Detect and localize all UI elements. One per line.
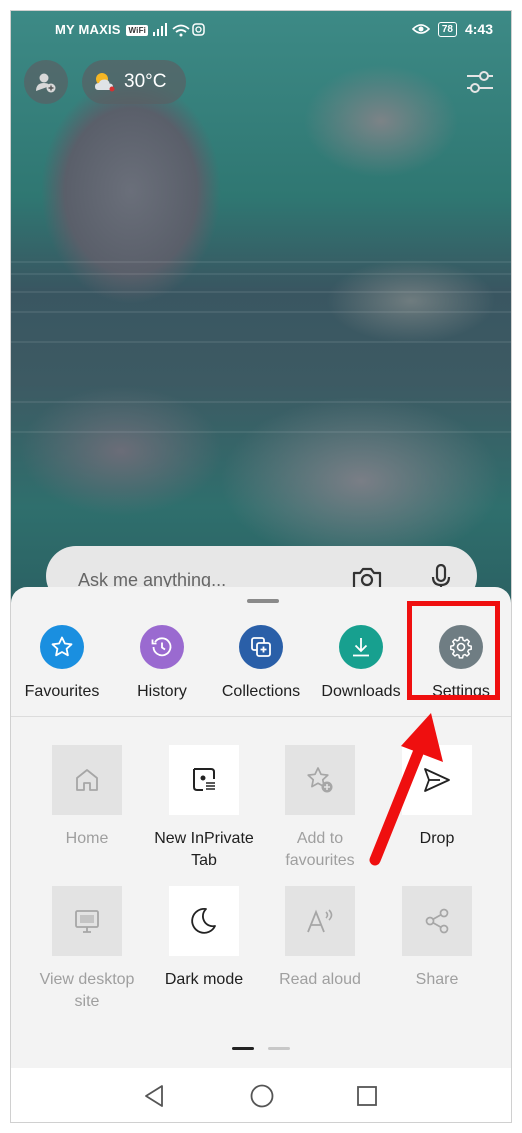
signal-wifi-icons	[153, 23, 205, 37]
dark-mode-button[interactable]: Dark mode	[149, 886, 259, 991]
page-indicator-active	[232, 1047, 254, 1050]
view-desktop-site-button[interactable]: View desktop site	[32, 886, 142, 1013]
downloads-label: Downloads	[321, 683, 401, 700]
menu-divider	[11, 716, 511, 717]
weather-chip[interactable]: 30°C	[82, 60, 186, 104]
view-desktop-site-label: View desktop site	[39, 971, 135, 1010]
home-icon	[76, 769, 98, 791]
drop-button[interactable]: Drop	[382, 745, 492, 850]
favourites-label: Favourites	[24, 683, 100, 700]
dark-mode-tile	[169, 886, 239, 956]
star-icon	[51, 636, 73, 657]
new-inprivate-tab-label: New InPrivate Tab	[154, 830, 254, 869]
phone-screen: MY MAXIS WiFi 78 4:43 30°C Ask me anythi…	[10, 10, 512, 1123]
share-label: Share	[415, 971, 459, 988]
new-inprivate-tab-button[interactable]: New InPrivate Tab	[149, 745, 259, 872]
download-icon	[353, 638, 369, 657]
history-label: History	[137, 683, 187, 700]
downloads-button[interactable]: Downloads	[311, 625, 411, 701]
history-button[interactable]: History	[112, 625, 212, 701]
add-favourites-tile	[285, 745, 355, 815]
favourites-button[interactable]: Favourites	[12, 625, 112, 701]
clock: 4:43	[464, 21, 493, 37]
read-aloud-button[interactable]: Read aloud	[265, 886, 375, 991]
drop-tile	[402, 745, 472, 815]
page-settings-icon[interactable]	[465, 69, 495, 95]
downloads-icon-circle	[339, 625, 383, 669]
add-to-favourites-button[interactable]: Add to favourites	[265, 745, 375, 872]
settings-highlight-box	[407, 601, 500, 700]
favourites-icon-circle	[40, 625, 84, 669]
recents-icon[interactable]	[355, 1083, 379, 1109]
desktop-site-tile	[52, 886, 122, 956]
collections-label: Collections	[221, 683, 301, 700]
desktop-icon	[75, 910, 99, 933]
send-icon	[424, 768, 450, 792]
home-label: Home	[65, 830, 109, 847]
page-indicator-inactive[interactable]	[268, 1047, 290, 1050]
share-tile	[402, 886, 472, 956]
home-tile	[52, 745, 122, 815]
dark-mode-label: Dark mode	[164, 971, 244, 988]
partly-cloudy-icon	[95, 73, 115, 92]
system-nav-bar	[11, 1068, 511, 1122]
moon-icon	[191, 907, 216, 934]
history-icon-circle	[140, 625, 184, 669]
collections-icon	[251, 637, 271, 657]
battery-indicator: 78	[437, 21, 457, 37]
sheet-drag-handle[interactable]	[247, 599, 279, 603]
home-button[interactable]: Home	[32, 745, 142, 850]
collections-icon-circle	[239, 625, 283, 669]
share-icon	[425, 908, 449, 934]
read-aloud-tile	[285, 886, 355, 956]
carrier-label: MY MAXIS WiFi	[55, 22, 149, 37]
wifi-calling-badge: WiFi	[126, 25, 149, 36]
read-aloud-icon	[307, 909, 333, 933]
temperature-label: 30°C	[124, 71, 167, 92]
eye-icon	[411, 24, 430, 34]
status-bar: MY MAXIS WiFi 78 4:43	[11, 11, 511, 47]
profile-button[interactable]	[24, 60, 68, 104]
back-icon[interactable]	[142, 1083, 166, 1109]
background-photo	[11, 11, 511, 631]
add-to-favourites-label: Add to favourites	[285, 830, 355, 869]
add-profile-icon	[36, 73, 56, 93]
inprivate-tab-icon	[193, 768, 215, 791]
home-nav-icon[interactable]	[249, 1083, 275, 1109]
share-button[interactable]: Share	[382, 886, 492, 991]
inprivate-tile	[169, 745, 239, 815]
read-aloud-label: Read aloud	[279, 971, 361, 988]
collections-button[interactable]: Collections	[211, 625, 311, 701]
history-icon	[151, 637, 172, 657]
drop-label: Drop	[419, 830, 455, 847]
star-add-icon	[307, 767, 333, 793]
